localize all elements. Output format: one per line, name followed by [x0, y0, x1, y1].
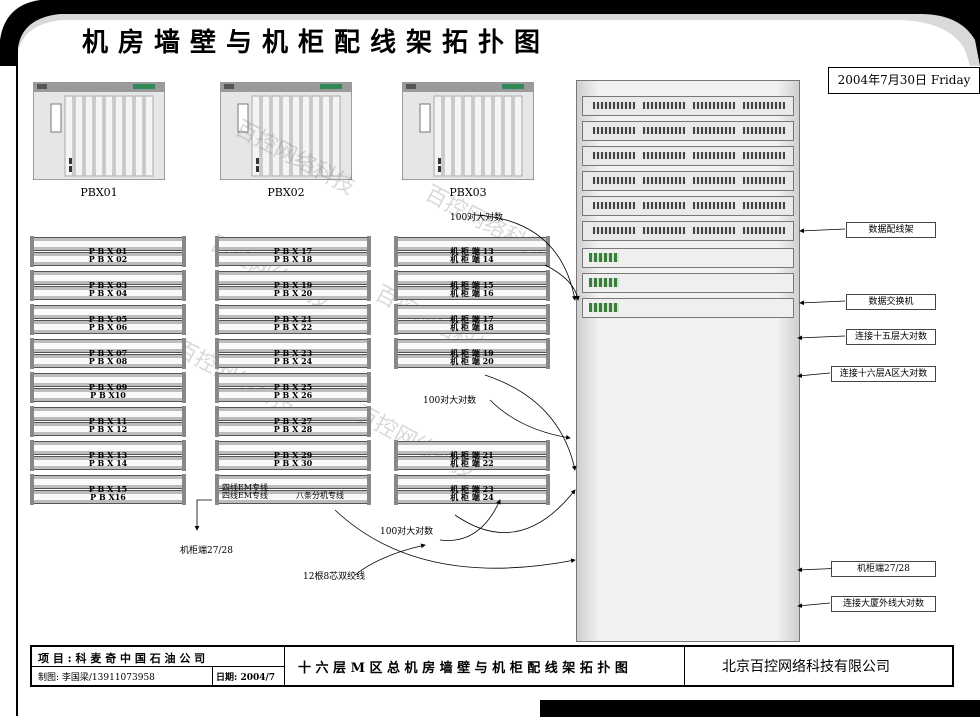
data-patch-panel: [582, 196, 794, 216]
callout-16f-a-trunk: 连接十六层A区大对数: [831, 366, 936, 382]
network-switch: [582, 273, 794, 293]
footer-bar: [540, 700, 980, 717]
panel-label: 机 柜 端 22: [450, 458, 494, 468]
panel-label: P B X10: [90, 390, 126, 400]
panel-label: 机 柜 端 20: [450, 356, 494, 366]
pbx-cabinet-graphic: [219, 81, 353, 181]
data-patch-panel: [582, 146, 794, 166]
panel-label: P B X 08: [88, 356, 128, 366]
pbx-cabinet: [401, 81, 535, 181]
callout-15f-trunk: 连接十五层大对数: [846, 329, 936, 345]
pbx-cabinet: [219, 81, 353, 181]
title-block: 项 目 : 科 麦 奇 中 国 石 油 公 司 制图: 李国梁/13911073…: [30, 645, 954, 687]
panel-label: 机 柜 端 24: [450, 492, 494, 502]
callout-data-switch: 数据交换机: [846, 294, 936, 310]
panel-label: P B X 02: [88, 254, 128, 264]
panel-label: P B X 30: [273, 458, 313, 468]
data-patch-panel: [582, 171, 794, 191]
panel-label: 机 柜 端 18: [450, 322, 494, 332]
pbx-label: PBX02: [267, 186, 305, 199]
note-100pair-3: 100对大对数: [380, 527, 434, 537]
network-switch: [582, 298, 794, 318]
special-line-label: 四线EM专线: [222, 491, 269, 500]
drawing-date: 日期: 2004/7: [216, 673, 276, 683]
panel-label: P B X 12: [88, 424, 128, 434]
note-cabinet-27-28: 机柜端27/28: [180, 546, 233, 556]
pbx-cabinet-graphic: [32, 81, 166, 181]
network-switch: [582, 248, 794, 268]
panel-label: P B X 06: [88, 322, 128, 332]
date-box: 2004年7月30日 Friday: [828, 67, 980, 94]
note-12-twisted-pair: 12根8芯双绞线: [303, 572, 366, 582]
callout-cabinet-27-28: 机柜端27/28: [831, 561, 936, 577]
pbx-label: PBX01: [80, 186, 118, 199]
company-name: 北京百控网络科技有限公司: [722, 659, 890, 675]
drawn-by: 制图: 李国梁/13911073958: [38, 673, 155, 683]
pbx-label: PBX03: [449, 186, 487, 199]
callout-building-trunk: 连接大厦外线大对数: [831, 596, 936, 612]
project-name: 项 目 : 科 麦 奇 中 国 石 油 公 司: [38, 652, 206, 665]
page-title: 机房墙壁与机柜配线架拓扑图: [82, 28, 551, 58]
panel-label: P B X 20: [273, 288, 313, 298]
data-patch-panel: [582, 121, 794, 141]
callout-data-patch-panel: 数据配线架: [846, 222, 936, 238]
pbx-cabinet-graphic: [401, 81, 535, 181]
panel-label: P B X 04: [88, 288, 128, 298]
panel-label: P B X 24: [273, 356, 313, 366]
panel-label: P B X 18: [273, 254, 313, 264]
panel-label: 机 柜 端 16: [450, 288, 494, 298]
data-patch-panel: [582, 96, 794, 116]
note-100pair-1: 100对大对数: [450, 213, 504, 223]
data-patch-panel: [582, 221, 794, 241]
panel-label: P B X 28: [273, 424, 313, 434]
pbx-cabinet: [32, 81, 166, 181]
special-line-label: 八条分机专线: [296, 491, 344, 500]
note-100pair-2: 100对大对数: [423, 396, 477, 406]
panel-label: P B X16: [90, 492, 126, 502]
panel-label: P B X 22: [273, 322, 313, 332]
panel-label: 机 柜 端 14: [450, 254, 494, 264]
panel-label: P B X 26: [273, 390, 313, 400]
drawing-title: 十 六 层 M 区 总 机 房 墙 壁 与 机 柜 配 线 架 拓 扑 图: [298, 661, 628, 676]
panel-label: P B X 14: [88, 458, 128, 468]
